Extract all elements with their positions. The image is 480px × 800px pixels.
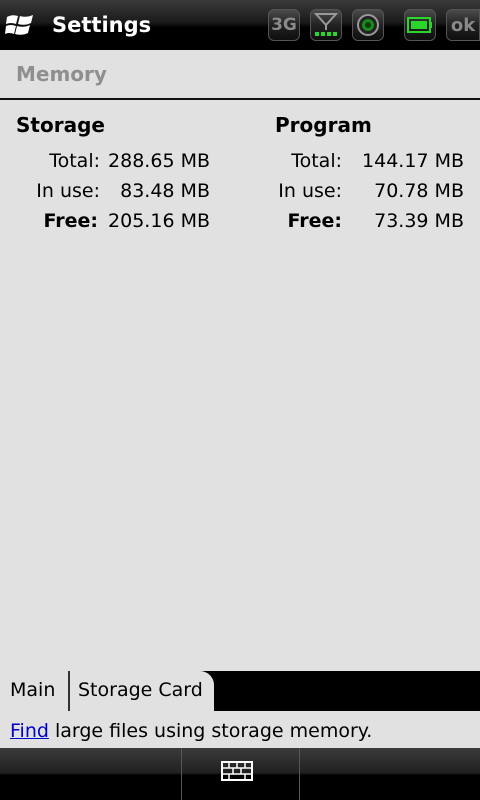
camera-icon[interactable] (352, 9, 384, 41)
program-inuse-row: In use: 70.78 MB (0, 177, 480, 205)
network-3g-icon[interactable]: 3G (268, 9, 300, 41)
title-bar: Settings 3G ok (0, 0, 480, 50)
program-free-label: Free: (287, 210, 342, 232)
ok-button[interactable]: ok (446, 9, 480, 41)
network-label: 3G (271, 15, 297, 35)
hint-rest-text: large files using storage memory. (48, 720, 373, 742)
tab-bar: Main Storage Card (0, 671, 480, 711)
keyboard-icon[interactable] (221, 761, 253, 781)
program-heading: Program (275, 113, 372, 137)
app-title: Settings (52, 13, 152, 37)
right-softkey[interactable] (300, 748, 480, 800)
ok-label: ok (450, 14, 476, 36)
program-inuse-value: 70.78 MB (374, 180, 464, 202)
tab-main-label: Main (10, 679, 56, 701)
tab-storage-card-label: Storage Card (78, 679, 203, 701)
battery-icon[interactable] (404, 9, 436, 41)
hint-text: Find large files using storage memory. (10, 720, 372, 742)
hint-bar: Find large files using storage memory. (0, 711, 480, 748)
tab-storage-card[interactable]: Storage Card (68, 671, 214, 711)
storage-heading: Storage (16, 113, 105, 137)
program-free-row: Free: 73.39 MB (0, 207, 480, 235)
program-total-value: 144.17 MB (362, 150, 464, 172)
tab-main[interactable]: Main (0, 671, 74, 711)
section-header: Memory (0, 50, 480, 100)
section-title: Memory (16, 62, 107, 86)
signal-strength-icon[interactable] (310, 9, 342, 41)
left-softkey[interactable] (0, 748, 182, 800)
program-total-label: Total: (291, 150, 342, 172)
program-total-row: Total: 144.17 MB (0, 147, 480, 175)
program-free-value: 73.39 MB (374, 210, 464, 232)
find-link[interactable]: Find (10, 720, 49, 742)
windows-start-icon[interactable] (5, 11, 35, 39)
program-inuse-label: In use: (278, 180, 342, 202)
